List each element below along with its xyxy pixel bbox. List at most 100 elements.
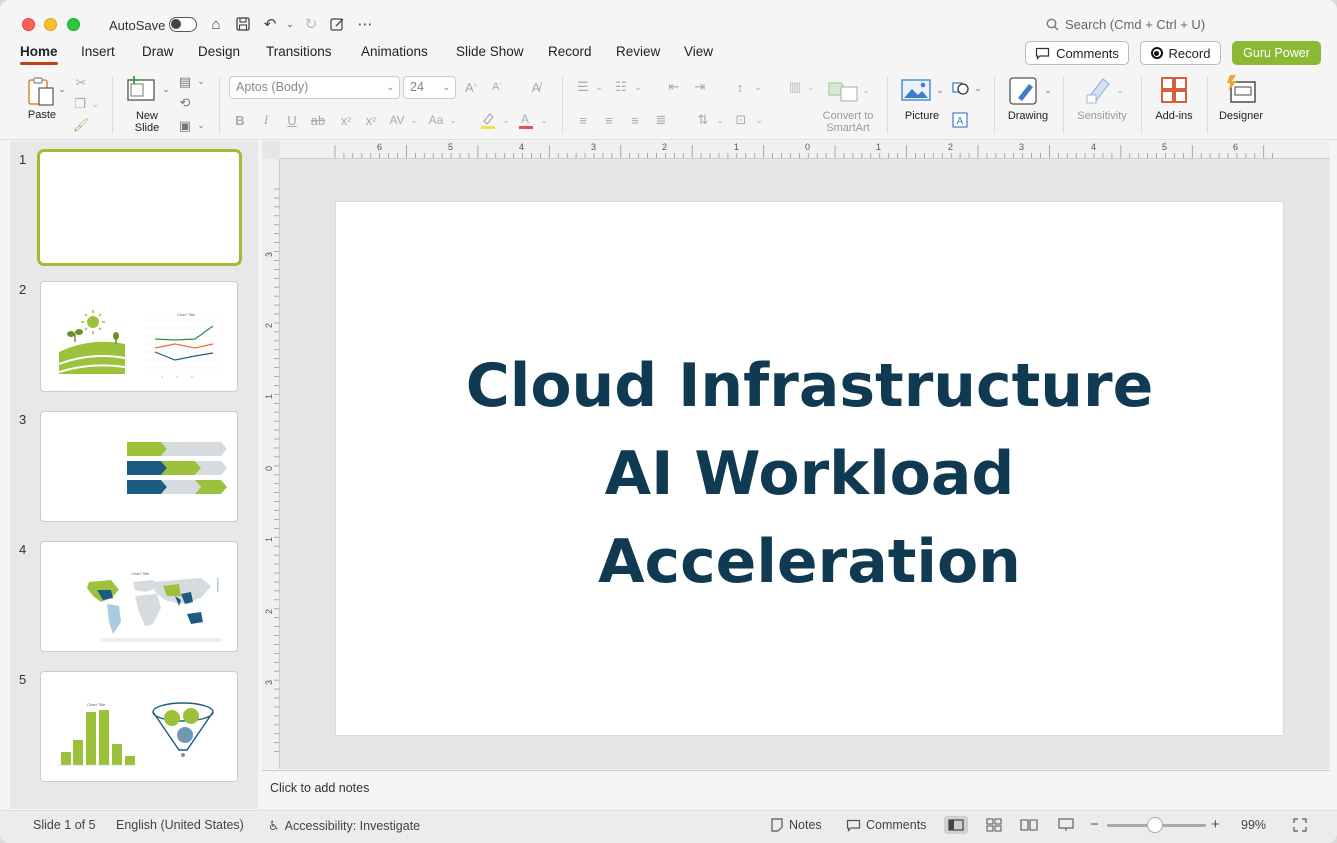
- picture-dropdown-icon[interactable]: ⌄: [935, 83, 945, 97]
- slide-thumbnail-5[interactable]: Chart Title: [40, 671, 238, 782]
- superscript-icon[interactable]: x2: [338, 111, 354, 129]
- sensitivity-dropdown-icon[interactable]: ⌄: [1115, 83, 1125, 97]
- slide-sorter-button[interactable]: [982, 816, 1006, 834]
- autosave-toggle[interactable]: [169, 17, 197, 32]
- undo-dropdown-icon[interactable]: ⌄: [280, 14, 300, 34]
- columns-icon[interactable]: ▥: [785, 78, 805, 96]
- normal-view-button[interactable]: [944, 816, 968, 834]
- reading-view-button[interactable]: [1017, 816, 1041, 834]
- section-dropdown-icon[interactable]: ⌄: [196, 120, 206, 130]
- shapes-dropdown-icon[interactable]: ⌄: [973, 81, 983, 95]
- slide-thumbnail-4[interactable]: Chart Title: [40, 541, 238, 652]
- underline-icon[interactable]: U: [285, 111, 299, 129]
- character-spacing-dropdown-icon[interactable]: ⌄: [409, 113, 419, 127]
- copy-icon[interactable]: ❐: [71, 96, 89, 112]
- bullets-icon[interactable]: ☰: [573, 78, 593, 96]
- slide-thumbnail-2[interactable]: Chart Title ━ ━ ━: [40, 281, 238, 392]
- numbering-dropdown-icon[interactable]: ⌄: [633, 80, 643, 94]
- search-box[interactable]: Search (Cmd + Ctrl + U): [1046, 17, 1205, 32]
- slideshow-view-button[interactable]: [1054, 816, 1078, 834]
- reset-icon[interactable]: ⟲: [176, 95, 194, 110]
- character-spacing-icon[interactable]: AV: [386, 111, 408, 129]
- zoom-window-button[interactable]: [67, 18, 80, 31]
- font-color-dropdown-icon[interactable]: ⌄: [539, 113, 549, 127]
- customize-icon[interactable]: [327, 14, 347, 34]
- comments-toggle-button[interactable]: Comments: [846, 818, 926, 832]
- columns-dropdown-icon[interactable]: ⌄: [806, 80, 816, 94]
- tab-home[interactable]: Home: [20, 44, 58, 65]
- tab-record[interactable]: Record: [548, 44, 592, 59]
- zoom-in-icon[interactable]: +: [1211, 816, 1220, 833]
- layout-icon[interactable]: ▤: [176, 74, 194, 89]
- notes-toggle-button[interactable]: Notes: [770, 818, 822, 832]
- align-center-icon[interactable]: ≡: [600, 111, 618, 129]
- paste-icon[interactable]: [24, 75, 58, 109]
- comments-button[interactable]: Comments: [1025, 41, 1129, 65]
- highlight-dropdown-icon[interactable]: ⌄: [501, 113, 511, 127]
- tab-review[interactable]: Review: [616, 44, 660, 59]
- home-icon[interactable]: ⌂: [206, 14, 226, 34]
- clear-formatting-icon[interactable]: A̸: [526, 78, 546, 96]
- change-case-dropdown-icon[interactable]: ⌄: [448, 113, 458, 127]
- italic-icon[interactable]: I: [259, 111, 273, 129]
- slide-thumbnails-panel[interactable]: 1 2 Chart Title ━ ━ ━ 3 4 Chart Title 5 …: [10, 141, 258, 809]
- copy-dropdown-icon[interactable]: ⌄: [90, 96, 100, 112]
- new-slide-dropdown-icon[interactable]: ⌄: [161, 84, 171, 94]
- font-color-icon[interactable]: A: [517, 110, 535, 130]
- text-direction-dropdown-icon[interactable]: ⌄: [715, 113, 725, 127]
- text-box-icon[interactable]: A: [951, 111, 969, 129]
- tab-slide-show[interactable]: Slide Show: [456, 44, 524, 59]
- paste-dropdown-icon[interactable]: ⌄: [57, 84, 67, 94]
- new-slide-icon[interactable]: [126, 75, 156, 103]
- tab-view[interactable]: View: [684, 44, 713, 59]
- smartart-icon[interactable]: [826, 76, 860, 104]
- fit-to-window-button[interactable]: [1288, 816, 1312, 834]
- undo-icon[interactable]: ↶: [260, 14, 280, 34]
- current-slide[interactable]: Cloud Infrastructure AI Workload Acceler…: [336, 202, 1283, 735]
- drawing-icon[interactable]: [1008, 75, 1042, 107]
- guru-power-button[interactable]: Guru Power: [1232, 41, 1321, 65]
- record-button[interactable]: Record: [1140, 41, 1221, 65]
- accessibility-status[interactable]: ♿ Accessibility: Investigate: [268, 818, 420, 834]
- subscript-icon[interactable]: x2: [363, 111, 379, 129]
- tab-draw[interactable]: Draw: [142, 44, 174, 59]
- picture-icon[interactable]: [900, 76, 932, 104]
- change-case-icon[interactable]: Aa: [425, 111, 447, 129]
- section-icon[interactable]: ▣: [176, 118, 194, 133]
- bold-icon[interactable]: B: [233, 111, 247, 129]
- tab-insert[interactable]: Insert: [81, 44, 115, 59]
- drawing-dropdown-icon[interactable]: ⌄: [1043, 83, 1053, 97]
- decrease-indent-icon[interactable]: ⇤: [664, 78, 684, 96]
- text-direction-icon[interactable]: ⇅: [694, 111, 712, 129]
- slide-thumbnail-1[interactable]: [37, 149, 242, 266]
- decrease-font-size-icon[interactable]: Aˇ: [488, 78, 506, 96]
- line-spacing-dropdown-icon[interactable]: ⌄: [753, 80, 763, 94]
- increase-font-size-icon[interactable]: A ^: [462, 78, 480, 96]
- font-name-select[interactable]: Aptos (Body) ⌄: [229, 76, 400, 99]
- redo-icon[interactable]: ↻: [301, 14, 321, 34]
- close-window-button[interactable]: [22, 18, 35, 31]
- align-text-icon[interactable]: ⊡: [732, 111, 750, 129]
- tab-design[interactable]: Design: [198, 44, 240, 59]
- format-painter-icon[interactable]: 🖌: [72, 117, 90, 133]
- align-text-dropdown-icon[interactable]: ⌄: [754, 113, 764, 127]
- tab-transitions[interactable]: Transitions: [266, 44, 332, 59]
- tab-animations[interactable]: Animations: [361, 44, 428, 59]
- font-size-select[interactable]: 24 ⌄: [403, 76, 456, 99]
- minimize-window-button[interactable]: [44, 18, 57, 31]
- add-ins-icon[interactable]: [1158, 75, 1190, 105]
- line-spacing-icon[interactable]: ↕: [730, 78, 750, 96]
- layout-dropdown-icon[interactable]: ⌄: [196, 76, 206, 86]
- slide-title[interactable]: Cloud Infrastructure AI Workload Acceler…: [336, 342, 1283, 606]
- designer-icon[interactable]: [1224, 73, 1258, 105]
- language-status[interactable]: English (United States): [116, 818, 244, 832]
- justify-icon[interactable]: ≣: [652, 111, 670, 129]
- notes-pane[interactable]: Click to add notes: [262, 770, 1330, 810]
- sensitivity-icon[interactable]: [1084, 74, 1114, 106]
- smartart-dropdown-icon[interactable]: ⌄: [861, 83, 871, 97]
- more-options-icon[interactable]: ⋯: [355, 14, 375, 34]
- align-right-icon[interactable]: ≡: [626, 111, 644, 129]
- slide-thumbnail-3[interactable]: [40, 411, 238, 522]
- highlight-icon[interactable]: [479, 110, 497, 130]
- shapes-icon[interactable]: [951, 78, 971, 98]
